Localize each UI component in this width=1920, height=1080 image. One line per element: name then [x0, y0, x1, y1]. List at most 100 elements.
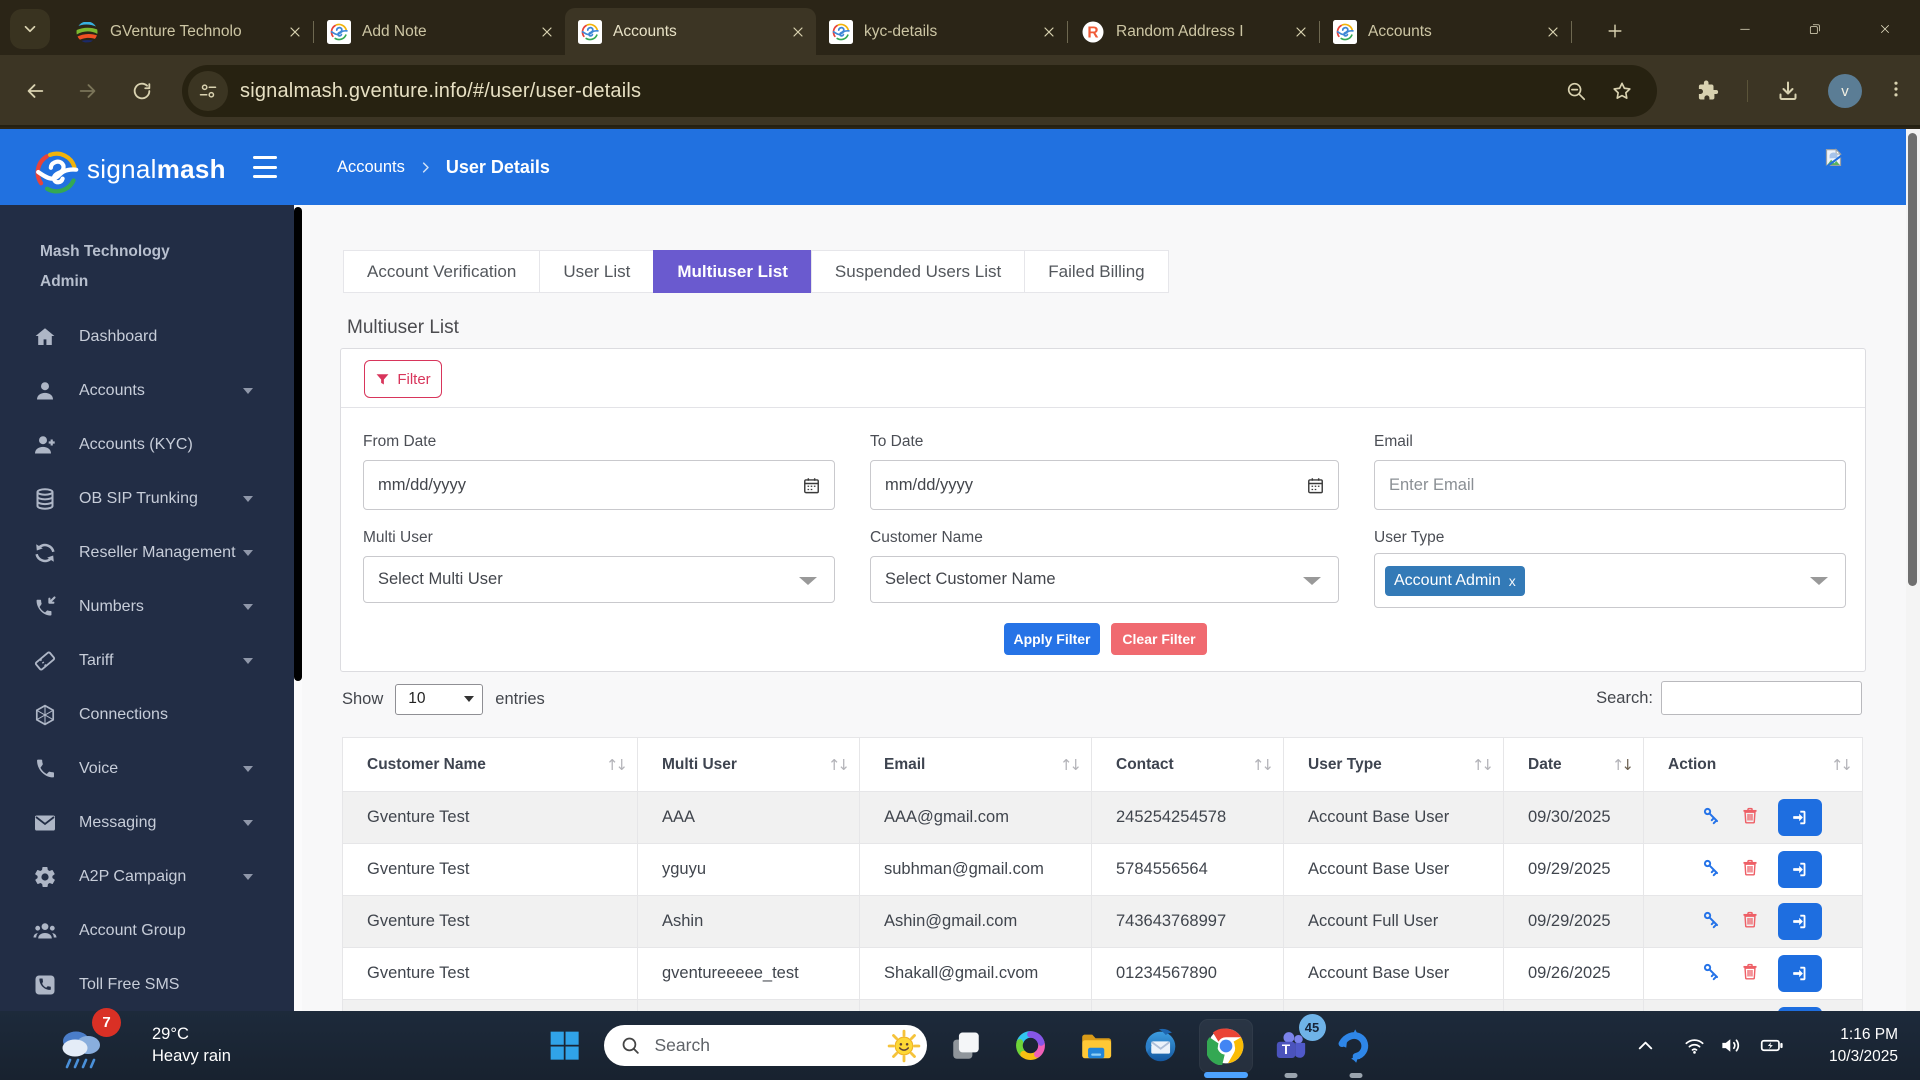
back-button[interactable]: [15, 71, 55, 111]
tab-close-icon[interactable]: [539, 24, 555, 40]
tab-user-list[interactable]: User List: [539, 250, 654, 293]
multiuser-table: Customer Name ↑↓ Multi User ↑↓ Email ↑↓ Contac…: [342, 737, 1863, 1011]
key-icon[interactable]: [1701, 857, 1722, 883]
extensions-icon[interactable]: [1695, 79, 1719, 103]
taskbar-file-explorer-icon[interactable]: [1070, 1020, 1122, 1072]
column-header-action[interactable]: Action ↑↓: [1643, 737, 1863, 792]
tab-close-icon[interactable]: [790, 24, 806, 40]
sidebar-item-messaging[interactable]: Messaging: [0, 796, 294, 850]
clear-filter-button[interactable]: Clear Filter: [1111, 623, 1207, 655]
user-type-select[interactable]: Account Admin x: [1374, 553, 1846, 608]
sidebar-item-accounts[interactable]: Accounts: [0, 364, 294, 418]
email-input[interactable]: [1389, 475, 1831, 495]
profile-avatar[interactable]: v: [1828, 74, 1862, 108]
reload-button[interactable]: [122, 71, 162, 111]
from-date-input[interactable]: mm/dd/yyyy: [363, 460, 835, 510]
taskbar-chrome-icon[interactable]: [1198, 1018, 1253, 1078]
trash-icon[interactable]: [1741, 962, 1759, 986]
taskbar-thunderbird-icon[interactable]: [1135, 1020, 1187, 1072]
tab-close-icon[interactable]: [287, 24, 303, 40]
column-header-multi-user[interactable]: Multi User ↑↓: [637, 737, 860, 792]
trash-icon[interactable]: [1741, 806, 1759, 830]
login-as-user-button[interactable]: [1777, 851, 1822, 888]
sidebar-item-reseller-management[interactable]: Reseller Management: [0, 526, 294, 580]
browser-tab-kyc-details[interactable]: kyc-details: [816, 8, 1067, 55]
column-header-user-type[interactable]: User Type ↑↓: [1283, 737, 1504, 792]
zoom-out-icon[interactable]: [1565, 80, 1587, 102]
tab-multiuser-list[interactable]: Multiuser List: [653, 250, 811, 293]
site-settings-icon[interactable]: [188, 71, 228, 111]
table-search-input[interactable]: [1661, 681, 1862, 715]
window-minimize-button[interactable]: [1710, 0, 1780, 58]
sidebar-item-dashboard[interactable]: Dashboard: [0, 310, 294, 364]
browser-menu-icon[interactable]: [1886, 79, 1906, 103]
sidebar-item-account-group[interactable]: Account Group: [0, 904, 294, 958]
window-close-button[interactable]: [1850, 0, 1920, 58]
sidebar-item-toll-free-sms[interactable]: Toll Free SMS: [0, 958, 294, 1011]
tab-close-icon[interactable]: [1293, 24, 1309, 40]
forward-button[interactable]: [68, 71, 108, 111]
wifi-icon[interactable]: [1683, 1034, 1706, 1057]
browser-tab-random-address-i[interactable]: R Random Address I: [1068, 8, 1319, 55]
address-bar[interactable]: signalmash.gventure.info/#/user/user-det…: [182, 65, 1657, 117]
browser-tab-gventure-technolo[interactable]: GVenture Technolo: [62, 8, 313, 55]
login-as-user-button[interactable]: [1777, 799, 1822, 836]
tab-search-button[interactable]: [10, 9, 50, 49]
browser-tab-add-note[interactable]: Add Note: [314, 8, 565, 55]
sidebar-item-tariff[interactable]: Tariff: [0, 634, 294, 688]
taskbar-teams-icon[interactable]: T 45: [1265, 1013, 1326, 1078]
multi-user-select[interactable]: Select Multi User: [363, 556, 835, 603]
login-as-user-button[interactable]: [1777, 955, 1822, 992]
key-icon[interactable]: [1701, 961, 1722, 987]
sidebar-scrollbar-thumb[interactable]: [294, 207, 302, 681]
tag-remove-icon[interactable]: x: [1509, 573, 1516, 589]
taskbar-clock[interactable]: 1:16 PM 10/3/2025: [1829, 1024, 1898, 1068]
trash-icon[interactable]: [1741, 910, 1759, 934]
sidebar-item-numbers[interactable]: Numbers: [0, 580, 294, 634]
tab-close-icon[interactable]: [1545, 24, 1561, 40]
page-size-select[interactable]: 10: [395, 683, 484, 715]
calendar-icon[interactable]: [802, 476, 821, 495]
key-icon[interactable]: [1701, 909, 1722, 935]
tab-failed-billing[interactable]: Failed Billing: [1024, 250, 1169, 293]
browser-tab-accounts[interactable]: Accounts: [565, 8, 816, 55]
column-header-contact[interactable]: Contact ↑↓: [1091, 737, 1284, 792]
column-header-email[interactable]: Email ↑↓: [859, 737, 1092, 792]
volume-icon[interactable]: [1719, 1034, 1742, 1057]
calendar-icon[interactable]: [1306, 476, 1325, 495]
customer-name-select[interactable]: Select Customer Name: [870, 556, 1339, 603]
taskbar-start-button[interactable]: [539, 1020, 591, 1072]
key-icon[interactable]: [1701, 805, 1722, 831]
page-scrollbar-thumb[interactable]: [1908, 133, 1917, 586]
tray-chevron-up-icon[interactable]: [1634, 1034, 1657, 1057]
breadcrumb-parent[interactable]: Accounts: [337, 158, 405, 177]
sidebar-item-ob-sip-trunking[interactable]: OB SIP Trunking: [0, 472, 294, 526]
taskbar-search-box[interactable]: Search: [603, 1025, 927, 1066]
window-restore-button[interactable]: [1780, 0, 1850, 58]
new-tab-button[interactable]: [1598, 14, 1632, 48]
filter-button[interactable]: Filter: [364, 360, 442, 398]
sidebar-toggle-icon[interactable]: [253, 156, 277, 178]
sidebar-item-accounts-kyc-[interactable]: Accounts (KYC): [0, 418, 294, 472]
downloads-icon[interactable]: [1776, 79, 1800, 103]
gventure-favicon: [75, 20, 99, 44]
to-date-input[interactable]: mm/dd/yyyy: [870, 460, 1339, 510]
tab-close-icon[interactable]: [1041, 24, 1057, 40]
column-header-customer-name[interactable]: Customer Name ↑↓: [342, 737, 638, 792]
sidebar-item-voice[interactable]: Voice: [0, 742, 294, 796]
tab-account-verification[interactable]: Account Verification: [343, 250, 540, 293]
browser-tab-accounts[interactable]: Accounts: [1320, 8, 1571, 55]
sidebar-item-connections[interactable]: Connections: [0, 688, 294, 742]
login-as-user-button[interactable]: [1777, 903, 1822, 940]
taskbar-task-view-button[interactable]: [940, 1020, 992, 1072]
url-text[interactable]: signalmash.gventure.info/#/user/user-det…: [240, 80, 1565, 103]
battery-icon[interactable]: [1760, 1034, 1783, 1057]
column-header-date[interactable]: Date ↑↓: [1503, 737, 1644, 792]
trash-icon[interactable]: [1741, 858, 1759, 882]
sidebar-item-a2p-campaign[interactable]: A2P Campaign: [0, 850, 294, 904]
tab-suspended-users-list[interactable]: Suspended Users List: [810, 250, 1025, 293]
bookmark-star-icon[interactable]: [1611, 80, 1633, 102]
taskbar-copilot-icon[interactable]: [1005, 1020, 1057, 1072]
apply-filter-button[interactable]: Apply Filter: [1004, 623, 1100, 655]
taskbar-dolphin-app-icon[interactable]: [1330, 1020, 1382, 1078]
